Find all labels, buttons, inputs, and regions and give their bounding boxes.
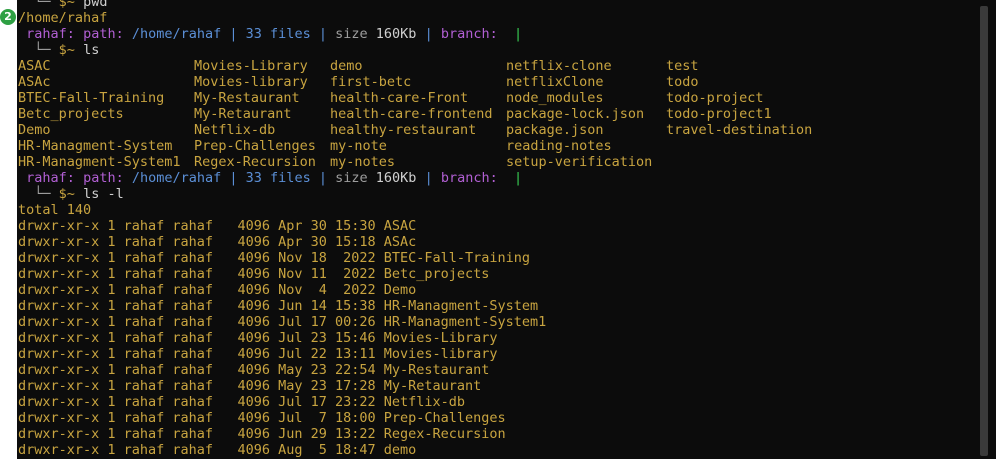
status-path: /home/rahaf: [131, 170, 222, 186]
ls-l-row: drwxr-xr-x 1 rahaf rahaf 4096 Nov 18 202…: [18, 250, 531, 266]
ls-l-row: drwxr-xr-x 1 rahaf rahaf 4096 May 23 17:…: [18, 378, 482, 394]
ls-entry: HR-Managment-System: [18, 138, 173, 154]
ls-entry: health-care-Front: [330, 90, 469, 106]
ls-entry: Netflix-db: [194, 122, 276, 138]
status-separator: |: [318, 170, 327, 186]
status-path-label: path:: [83, 26, 124, 42]
ls-l-row: drwxr-xr-x 1 rahaf rahaf 4096 Jul 17 23:…: [18, 394, 466, 410]
ls-l-total: total 140: [18, 202, 92, 218]
ls-l-row: drwxr-xr-x 1 rahaf rahaf 4096 Apr 30 15:…: [18, 218, 417, 234]
status-separator: |: [424, 170, 433, 186]
ls-entry: Betc_projects: [18, 106, 124, 122]
ls-entry: netflix-clone: [506, 58, 612, 74]
ls-entry: setup-verification: [506, 154, 653, 170]
ls-l-output: drwxr-xr-x 1 rahaf rahaf 4096 Apr 30 15:…: [18, 218, 978, 458]
ls-entry: node_modules: [506, 90, 604, 106]
ls-l-row: drwxr-xr-x 1 rahaf rahaf 4096 Jul 23 15:…: [18, 330, 498, 346]
status-path: /home/rahaf: [131, 26, 222, 42]
ls-entry: health-care-frontend: [330, 106, 493, 122]
ls-entry: My-Restaurant: [194, 90, 300, 106]
command-text: ls -l: [83, 186, 124, 202]
terminal-output: └─ $~ pwd /home/rahaf rahaf: path: /home…: [18, 0, 978, 458]
ls-entry: [666, 154, 826, 170]
status-separator: |: [229, 170, 238, 186]
ls-l-row: drwxr-xr-x 1 rahaf rahaf 4096 Aug 5 18:4…: [18, 442, 417, 458]
status-files: 33 files: [245, 170, 311, 186]
ls-entry: [666, 138, 826, 154]
status-branch-label: branch:: [440, 170, 498, 186]
prompt-symbol: $~: [58, 42, 75, 58]
ls-entry: HR-Managment-System1: [18, 154, 181, 170]
left-edge-strip: [0, 0, 17, 459]
status-user: rahaf:: [26, 170, 75, 186]
ls-l-row: drwxr-xr-x 1 rahaf rahaf 4096 Nov 11 202…: [18, 266, 490, 282]
ls-entry: package.json: [506, 122, 604, 138]
ls-entry: test: [666, 58, 699, 74]
ls-entry: my-note: [330, 138, 387, 154]
pwd-output: /home/rahaf: [18, 10, 108, 26]
prompt-tree-glyph: └─: [34, 42, 51, 58]
prompt-tree-glyph: └─: [34, 186, 51, 202]
ls-entry: reading-notes: [506, 138, 612, 154]
ls-entry: Prep-Challenges: [194, 138, 316, 154]
ls-l-row: drwxr-xr-x 1 rahaf rahaf 4096 Jul 7 18:0…: [18, 410, 506, 426]
ls-entry: My-Retaurant: [194, 106, 292, 122]
prompt-line: └─ $~ ls: [18, 42, 978, 58]
ls-entry: BTEC-Fall-Training: [18, 90, 165, 106]
ls-entry: todo: [666, 74, 699, 90]
ls-entry: travel-destination: [666, 122, 813, 138]
status-separator: |: [318, 26, 327, 42]
prompt-line: └─ $~ pwd: [18, 0, 978, 10]
ls-entry: todo-project1: [666, 106, 772, 122]
ls-l-row: drwxr-xr-x 1 rahaf rahaf 4096 May 23 22:…: [18, 362, 490, 378]
ls-entry: todo-project: [666, 90, 764, 106]
ls-entry: Demo: [18, 122, 51, 138]
prompt-symbol: $~: [58, 186, 75, 202]
ls-output-grid: ASAC Movies-Library demo netflix-clone test A…: [18, 58, 978, 170]
ls-entry: Movies-Library: [194, 58, 308, 74]
ls-entry: Movies-library: [194, 74, 308, 90]
ls-l-row: drwxr-xr-x 1 rahaf rahaf 4096 Jul 22 13:…: [18, 346, 498, 362]
ls-l-row: drwxr-xr-x 1 rahaf rahaf 4096 Jul 17 00:…: [18, 314, 547, 330]
status-branch-cursor: |: [514, 26, 523, 42]
ls-entry: netflixClone: [506, 74, 604, 90]
command-text: ls: [83, 42, 100, 58]
ls-entry: package-lock.json: [506, 106, 645, 122]
ls-entry: demo: [330, 58, 363, 74]
status-user: rahaf:: [26, 26, 75, 42]
status-separator: |: [424, 26, 433, 42]
prompt-symbol: $~: [58, 0, 75, 10]
prompt-tree-glyph: └─: [34, 0, 51, 10]
scrollbar-thumb[interactable]: [980, 6, 988, 456]
command-text: pwd: [83, 0, 108, 10]
prompt-line: └─ $~ ls -l: [18, 186, 978, 202]
ls-l-row: drwxr-xr-x 1 rahaf rahaf 4096 Apr 30 15:…: [18, 234, 417, 250]
ls-entry: Regex-Recursion: [194, 154, 316, 170]
status-line: rahaf: path: /home/rahaf | 33 files | si…: [18, 170, 978, 186]
ls-entry: ASAC: [18, 58, 51, 74]
status-path-label: path:: [83, 170, 124, 186]
ls-entry: ASAc: [18, 74, 51, 90]
ls-l-row: drwxr-xr-x 1 rahaf rahaf 4096 Nov 4 2022…: [18, 282, 417, 298]
status-branch-cursor: |: [514, 170, 523, 186]
status-size-label: size: [335, 170, 368, 186]
status-branch-label: branch:: [440, 26, 498, 42]
terminal-window[interactable]: 2 └─ $~ pwd /home/rahaf rahaf: path: /ho…: [0, 0, 996, 459]
status-size-label: size: [335, 26, 368, 42]
status-files: 33 files: [245, 26, 311, 42]
status-size-value: 160Kb: [375, 26, 417, 42]
ls-entry: healthy-restaurant: [330, 122, 477, 138]
status-size-value: 160Kb: [375, 170, 417, 186]
ls-entry: my-notes: [330, 154, 396, 170]
status-separator: |: [229, 26, 238, 42]
scrollbar[interactable]: [979, 0, 996, 459]
ls-entry: first-betc: [330, 74, 412, 90]
ls-l-row: drwxr-xr-x 1 rahaf rahaf 4096 Jun 29 13:…: [18, 426, 506, 442]
status-line: rahaf: path: /home/rahaf | 33 files | si…: [18, 26, 978, 42]
notification-badge[interactable]: 2: [0, 9, 16, 25]
ls-l-row: drwxr-xr-x 1 rahaf rahaf 4096 Jun 14 15:…: [18, 298, 539, 314]
